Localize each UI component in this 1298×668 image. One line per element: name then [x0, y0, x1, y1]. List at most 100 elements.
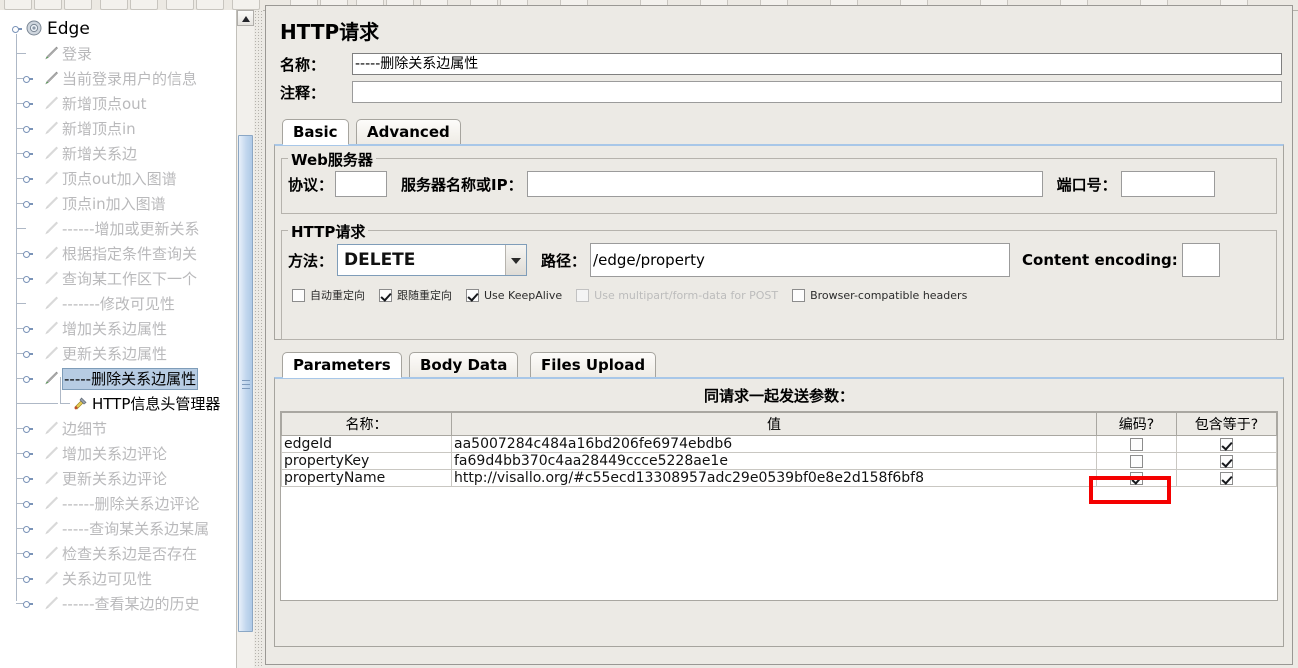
toolbar-button[interactable]	[34, 0, 62, 10]
toolbar-button[interactable]	[166, 0, 194, 10]
toolbar-button[interactable]	[4, 0, 32, 10]
param-include-equals-cell[interactable]	[1176, 469, 1277, 487]
param-encode-cell[interactable]	[1096, 435, 1177, 453]
tree-node[interactable]: -----查询某关系边某属	[0, 516, 236, 541]
encode-checkbox[interactable]	[1130, 471, 1143, 485]
server-name-input[interactable]	[526, 171, 1043, 197]
param-name-cell[interactable]: propertyName	[281, 469, 452, 487]
expand-toggle-icon[interactable]	[23, 524, 33, 533]
toolbar-button[interactable]	[196, 0, 224, 10]
option-row[interactable]: 跟随重定向	[379, 287, 452, 303]
expand-toggle-icon[interactable]	[23, 449, 33, 458]
tree-node[interactable]: 更新关系边评论	[0, 466, 236, 491]
encode-checkbox[interactable]	[1130, 437, 1143, 451]
expand-toggle-icon[interactable]	[23, 274, 33, 283]
main-tab-bar[interactable]: Basic Advanced	[282, 119, 1284, 145]
tree-vertical-scrollbar[interactable]	[236, 10, 255, 668]
toolbar-button[interactable]	[130, 0, 158, 10]
expand-toggle-icon[interactable]	[23, 574, 33, 583]
include-equals-checkbox[interactable]	[1220, 454, 1233, 468]
expand-toggle-icon[interactable]	[23, 74, 33, 83]
include-equals-checkbox[interactable]	[1220, 437, 1233, 451]
protocol-input[interactable]	[335, 171, 388, 197]
option-row[interactable]: Use KeepAlive	[466, 288, 562, 302]
checkbox[interactable]	[292, 288, 305, 302]
param-value-cell[interactable]: http://visallo.org/#c55ecd13308957adc29e…	[451, 469, 1097, 487]
tree-node[interactable]: 更新关系边属性	[0, 341, 236, 366]
toolbar-button[interactable]	[64, 0, 92, 10]
parameters-table[interactable]: 名称： 值 编码? 包含等于? edgeId aa5007284c484a16bd…	[281, 412, 1277, 600]
option-row[interactable]: Browser-compatible headers	[792, 288, 967, 302]
tree-node[interactable]: -------修改可见性	[0, 291, 236, 316]
checkbox[interactable]	[466, 288, 479, 302]
tree-node[interactable]: 关系边可见性	[0, 566, 236, 591]
tree-node[interactable]: -----删除关系边属性	[0, 366, 236, 391]
checkbox[interactable]	[792, 288, 806, 302]
param-encode-cell[interactable]	[1096, 452, 1177, 470]
column-header-encode[interactable]: 编码?	[1096, 412, 1177, 436]
tree-node[interactable]: 边细节	[0, 416, 236, 441]
tree-node[interactable]: 查询某工作区下一个	[0, 266, 236, 291]
expand-toggle-icon[interactable]	[23, 99, 33, 108]
tab-files-upload[interactable]: Files Upload	[530, 352, 657, 377]
toolbar-button[interactable]	[232, 0, 260, 10]
param-include-equals-cell[interactable]	[1176, 452, 1277, 470]
option-row[interactable]: Use multipart/form-data for POST	[576, 288, 778, 302]
tree-node-root[interactable]: Edge	[0, 16, 236, 41]
tree-node[interactable]: 根据指定条件查询关	[0, 241, 236, 266]
param-name-cell[interactable]: edgeId	[281, 435, 452, 453]
scrollbar-thumb[interactable]	[238, 135, 253, 632]
expand-toggle-icon[interactable]	[23, 549, 33, 558]
param-name-cell[interactable]: propertyKey	[281, 452, 452, 470]
expand-toggle-icon[interactable]	[23, 324, 33, 333]
tree-node[interactable]: ------查看某边的历史	[0, 591, 236, 616]
param-encode-cell[interactable]	[1096, 469, 1177, 487]
column-header-value[interactable]: 值	[451, 412, 1097, 436]
option-row[interactable]: 自动重定向	[292, 287, 365, 303]
tab-advanced[interactable]: Advanced	[356, 119, 461, 144]
table-row[interactable]: propertyKey fa69d4bb370c4aa28449ccce5228a…	[281, 452, 1277, 470]
content-encoding-input[interactable]	[1181, 243, 1220, 277]
tree-node[interactable]: 检查关系边是否存在	[0, 541, 236, 566]
expand-toggle-icon[interactable]	[12, 24, 22, 33]
expand-toggle-icon[interactable]	[23, 199, 33, 208]
toolbar-button[interactable]	[100, 0, 128, 10]
test-plan-tree[interactable]: Edge 登录 当前登录用户的信息 新增顶点out 新增顶点in 新增关系边 顶点out加入…	[0, 10, 237, 668]
tree-node[interactable]: ------删除关系边评论	[0, 491, 236, 516]
sub-tab-bar[interactable]: Parameters Body Data Files Upload	[282, 352, 1284, 378]
expand-toggle-icon[interactable]	[23, 149, 33, 158]
expand-toggle-icon[interactable]	[23, 349, 33, 358]
parameters-table-wrap[interactable]: 名称： 值 编码? 包含等于? edgeId aa5007284c484a16bd…	[280, 411, 1278, 601]
param-include-equals-cell[interactable]	[1176, 435, 1277, 453]
param-value-cell[interactable]: aa5007284c484a16bd206fe6974ebdb6	[451, 435, 1097, 453]
chevron-down-icon[interactable]	[505, 245, 527, 275]
panel-scrollbar[interactable]	[1287, 6, 1292, 664]
split-divider[interactable]	[254, 10, 263, 668]
expand-toggle-icon[interactable]	[23, 599, 33, 608]
table-row[interactable]: propertyName http://visallo.org/#c55ecd13…	[281, 469, 1277, 487]
path-input[interactable]	[590, 243, 1011, 277]
expand-toggle-icon[interactable]	[23, 374, 33, 383]
tree-node[interactable]: 增加关系边属性	[0, 316, 236, 341]
tree-node[interactable]: 新增顶点out	[0, 91, 236, 116]
tab-basic[interactable]: Basic	[282, 119, 349, 145]
tree-node[interactable]: 顶点in加入图谱	[0, 191, 236, 216]
tab-body-data[interactable]: Body Data	[409, 352, 519, 377]
expand-toggle-icon[interactable]	[23, 474, 33, 483]
name-input[interactable]	[352, 53, 1282, 75]
tab-parameters[interactable]: Parameters	[282, 352, 402, 378]
method-combobox[interactable]: DELETE	[337, 244, 528, 276]
include-equals-checkbox[interactable]	[1220, 471, 1233, 485]
tree-node[interactable]: 登录	[0, 41, 236, 66]
encode-checkbox[interactable]	[1130, 454, 1143, 468]
table-row[interactable]: edgeId aa5007284c484a16bd206fe6974ebdb6	[281, 435, 1277, 453]
param-value-cell[interactable]: fa69d4bb370c4aa28449ccce5228ae1e	[451, 452, 1097, 470]
tree-node[interactable]: 新增顶点in	[0, 116, 236, 141]
tree-node[interactable]: HTTP信息头管理器	[0, 377, 236, 416]
column-header-include-equals[interactable]: 包含等于?	[1176, 412, 1277, 436]
port-input[interactable]	[1120, 171, 1215, 197]
tree-node[interactable]: 增加关系边评论	[0, 441, 236, 466]
expand-toggle-icon[interactable]	[23, 424, 33, 433]
expand-toggle-icon[interactable]	[23, 174, 33, 183]
tree-node[interactable]: 当前登录用户的信息	[0, 66, 236, 91]
